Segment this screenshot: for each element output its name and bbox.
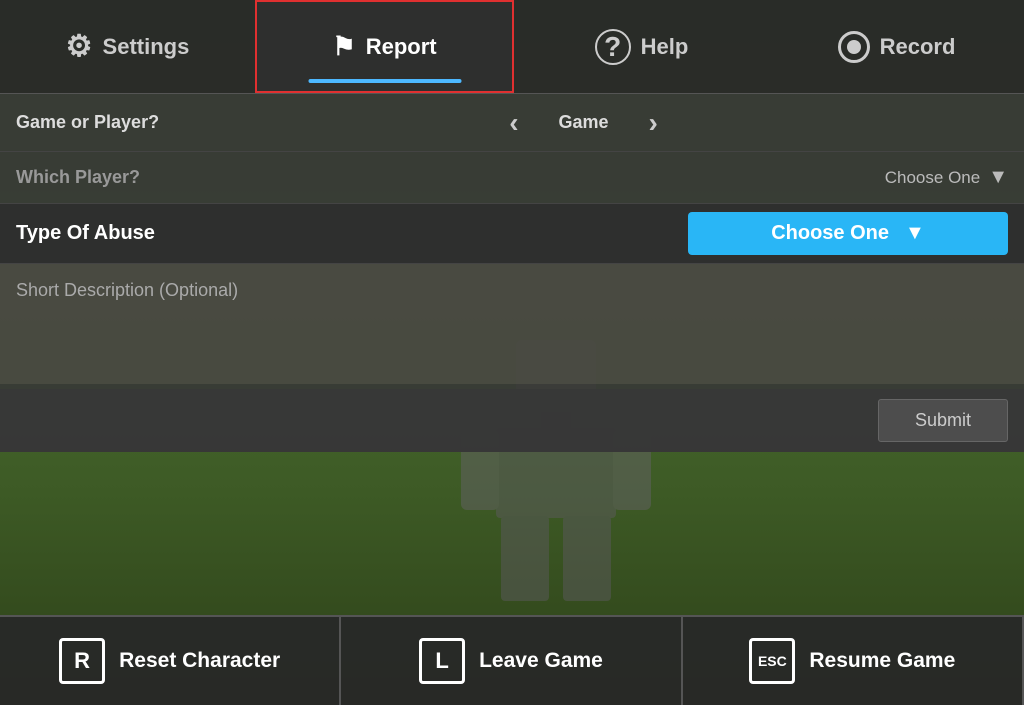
reset-key-badge: R <box>59 638 105 684</box>
description-textarea[interactable] <box>0 264 1024 384</box>
abuse-dropdown-label: Choose One <box>771 222 889 245</box>
next-arrow-button[interactable]: › <box>649 107 658 139</box>
reset-character-label: Reset Character <box>119 649 280 673</box>
submit-button[interactable]: Submit <box>878 399 1008 442</box>
settings-menu-item[interactable]: ⚙ Settings <box>0 0 255 93</box>
which-player-row: Which Player? Choose One ▼ <box>0 152 1024 204</box>
leave-game-label: Leave Game <box>479 649 603 673</box>
type-of-abuse-row: Type Of Abuse Choose One ▼ <box>0 204 1024 264</box>
description-area <box>0 264 1024 389</box>
which-player-value: Choose One <box>885 168 980 188</box>
menu-bar: ⚙ Settings ⚑ Report ? Help Record <box>0 0 1024 94</box>
resume-game-label: Resume Game <box>809 649 955 673</box>
record-menu-item[interactable]: Record <box>769 0 1024 93</box>
leave-key-badge: L <box>419 638 465 684</box>
leave-game-button[interactable]: L Leave Game <box>341 615 682 705</box>
which-player-dropdown[interactable]: Choose One ▼ <box>885 166 1008 189</box>
game-or-player-value: Game <box>559 112 609 133</box>
resume-game-button[interactable]: ESC Resume Game <box>683 615 1024 705</box>
flag-icon: ⚑ <box>332 31 355 62</box>
prev-arrow-button[interactable]: ‹ <box>509 107 518 139</box>
record-icon <box>838 31 870 63</box>
active-underline <box>308 79 461 83</box>
reset-character-button[interactable]: R Reset Character <box>0 615 341 705</box>
abuse-label: Type Of Abuse <box>16 222 155 245</box>
abuse-dropdown[interactable]: Choose One ▼ <box>688 212 1008 255</box>
game-or-player-row: Game or Player? ‹ Game › <box>0 94 1024 152</box>
report-label: Report <box>366 34 437 60</box>
settings-label: Settings <box>103 34 190 60</box>
gear-icon: ⚙ <box>66 29 93 64</box>
help-label: Help <box>641 34 689 60</box>
bottom-action-bar: R Reset Character L Leave Game ESC Resum… <box>0 615 1024 705</box>
record-label: Record <box>880 34 956 60</box>
report-menu-item[interactable]: ⚑ Report <box>255 0 514 93</box>
submit-row: Submit <box>0 389 1024 452</box>
report-panel: Game or Player? ‹ Game › Which Player? C… <box>0 94 1024 452</box>
help-icon: ? <box>595 29 631 65</box>
abuse-dropdown-arrow-icon: ▼ <box>905 222 925 245</box>
help-menu-item[interactable]: ? Help <box>514 0 769 93</box>
game-or-player-label: Game or Player? <box>16 112 159 133</box>
resume-key-badge: ESC <box>749 638 795 684</box>
which-player-arrow-icon: ▼ <box>988 166 1008 189</box>
which-player-label: Which Player? <box>16 167 140 188</box>
